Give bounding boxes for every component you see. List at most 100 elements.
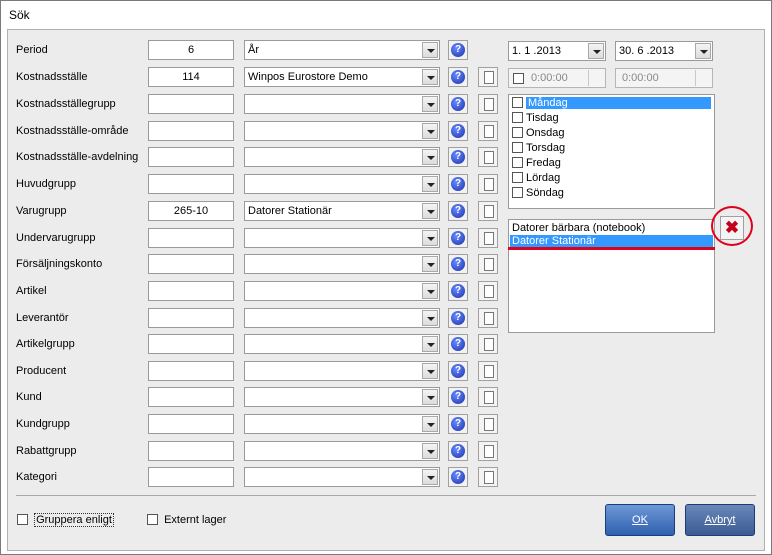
chevron-down-icon[interactable] — [422, 123, 438, 139]
weekday-checkbox[interactable] — [512, 172, 523, 183]
chevron-down-icon[interactable] — [422, 149, 438, 165]
help-button[interactable]: ? — [448, 281, 468, 301]
filter-code-input[interactable] — [148, 174, 234, 194]
help-button[interactable]: ? — [448, 121, 468, 141]
time-to-field[interactable]: 0:00:00 — [615, 68, 713, 88]
help-button[interactable]: ? — [448, 147, 468, 167]
filter-code-input[interactable] — [148, 228, 234, 248]
filter-code-input[interactable] — [148, 361, 234, 381]
date-from-field[interactable]: 1. 1 .2013 — [508, 41, 606, 61]
help-button[interactable]: ? — [448, 67, 468, 87]
filter-combo[interactable] — [244, 414, 440, 434]
weekday-item[interactable]: Söndag — [512, 187, 564, 202]
filter-combo[interactable] — [244, 147, 440, 167]
document-button[interactable] — [478, 201, 498, 221]
document-button[interactable] — [478, 308, 498, 328]
chevron-down-icon[interactable] — [422, 389, 438, 405]
time-from-field[interactable]: 0:00:00 — [508, 68, 606, 88]
document-button[interactable] — [478, 254, 498, 274]
weekday-item[interactable]: Fredag — [512, 157, 561, 172]
document-button[interactable] — [478, 334, 498, 354]
chevron-down-icon[interactable] — [422, 363, 438, 379]
weekday-checkbox[interactable] — [512, 127, 523, 138]
document-button[interactable] — [478, 94, 498, 114]
filter-code-input[interactable] — [148, 147, 234, 167]
document-button[interactable] — [478, 121, 498, 141]
chevron-down-icon[interactable] — [422, 203, 438, 219]
document-button[interactable] — [478, 174, 498, 194]
weekday-item[interactable]: Tisdag — [512, 112, 559, 127]
document-button[interactable] — [478, 361, 498, 381]
help-button[interactable]: ? — [448, 387, 468, 407]
chevron-down-icon[interactable] — [422, 443, 438, 459]
document-button[interactable] — [478, 414, 498, 434]
group-by-checkbox[interactable] — [17, 514, 28, 525]
weekday-checkbox[interactable] — [512, 157, 523, 168]
chevron-down-icon[interactable] — [422, 69, 438, 85]
filter-combo[interactable]: Datorer Stationär — [244, 201, 440, 221]
filter-combo[interactable]: År — [244, 40, 440, 60]
spin-buttons[interactable] — [588, 70, 604, 86]
help-button[interactable]: ? — [448, 254, 468, 274]
chevron-down-icon[interactable] — [422, 416, 438, 432]
time-from-checkbox[interactable] — [513, 73, 524, 84]
help-button[interactable]: ? — [448, 201, 468, 221]
filter-code-input[interactable]: 114 — [148, 67, 234, 87]
group-by-option[interactable]: Gruppera enligt — [17, 513, 114, 527]
filter-combo[interactable] — [244, 308, 440, 328]
help-button[interactable]: ? — [448, 308, 468, 328]
chevron-down-icon[interactable] — [695, 43, 711, 59]
weekday-item[interactable]: Måndag — [512, 97, 711, 112]
document-button[interactable] — [478, 441, 498, 461]
filter-combo[interactable] — [244, 174, 440, 194]
chevron-down-icon[interactable] — [422, 42, 438, 58]
weekday-item[interactable]: Lördag — [512, 172, 560, 187]
filter-code-input[interactable] — [148, 441, 234, 461]
filter-combo[interactable] — [244, 281, 440, 301]
help-button[interactable]: ? — [448, 334, 468, 354]
weekday-item[interactable]: Torsdag — [512, 142, 565, 157]
filter-code-input[interactable] — [148, 308, 234, 328]
filter-code-input[interactable]: 6 — [148, 40, 234, 60]
spin-buttons[interactable] — [695, 70, 711, 86]
filter-code-input[interactable] — [148, 281, 234, 301]
weekday-checkbox[interactable] — [512, 97, 523, 108]
help-button[interactable]: ? — [448, 414, 468, 434]
filter-combo[interactable] — [244, 228, 440, 248]
filter-combo[interactable] — [244, 441, 440, 461]
chevron-down-icon[interactable] — [422, 469, 438, 485]
filter-code-input[interactable] — [148, 467, 234, 487]
chevron-down-icon[interactable] — [422, 230, 438, 246]
help-button[interactable]: ? — [448, 40, 468, 60]
filter-code-input[interactable] — [148, 94, 234, 114]
help-button[interactable]: ? — [448, 228, 468, 248]
chevron-down-icon[interactable] — [422, 96, 438, 112]
selection-item[interactable]: Datorer bärbara (notebook) — [510, 222, 713, 235]
document-button[interactable] — [478, 67, 498, 87]
weekday-checkbox[interactable] — [512, 187, 523, 198]
help-button[interactable]: ? — [448, 361, 468, 381]
filter-code-input[interactable]: 265-10 — [148, 201, 234, 221]
document-button[interactable] — [478, 147, 498, 167]
filter-combo[interactable] — [244, 467, 440, 487]
date-to-field[interactable]: 30. 6 .2013 — [615, 41, 713, 61]
chevron-down-icon[interactable] — [422, 256, 438, 272]
filter-combo[interactable] — [244, 94, 440, 114]
filter-code-input[interactable] — [148, 254, 234, 274]
chevron-down-icon[interactable] — [422, 310, 438, 326]
filter-code-input[interactable] — [148, 414, 234, 434]
filter-code-input[interactable] — [148, 334, 234, 354]
chevron-down-icon[interactable] — [422, 283, 438, 299]
weekday-checkbox[interactable] — [512, 112, 523, 123]
document-button[interactable] — [478, 228, 498, 248]
help-button[interactable]: ? — [448, 441, 468, 461]
filter-combo[interactable] — [244, 254, 440, 274]
help-button[interactable]: ? — [448, 94, 468, 114]
filter-code-input[interactable] — [148, 121, 234, 141]
weekday-checkbox[interactable] — [512, 142, 523, 153]
help-button[interactable]: ? — [448, 467, 468, 487]
filter-combo[interactable] — [244, 361, 440, 381]
filter-combo[interactable] — [244, 387, 440, 407]
external-stock-checkbox[interactable] — [147, 514, 158, 525]
filter-combo[interactable] — [244, 334, 440, 354]
